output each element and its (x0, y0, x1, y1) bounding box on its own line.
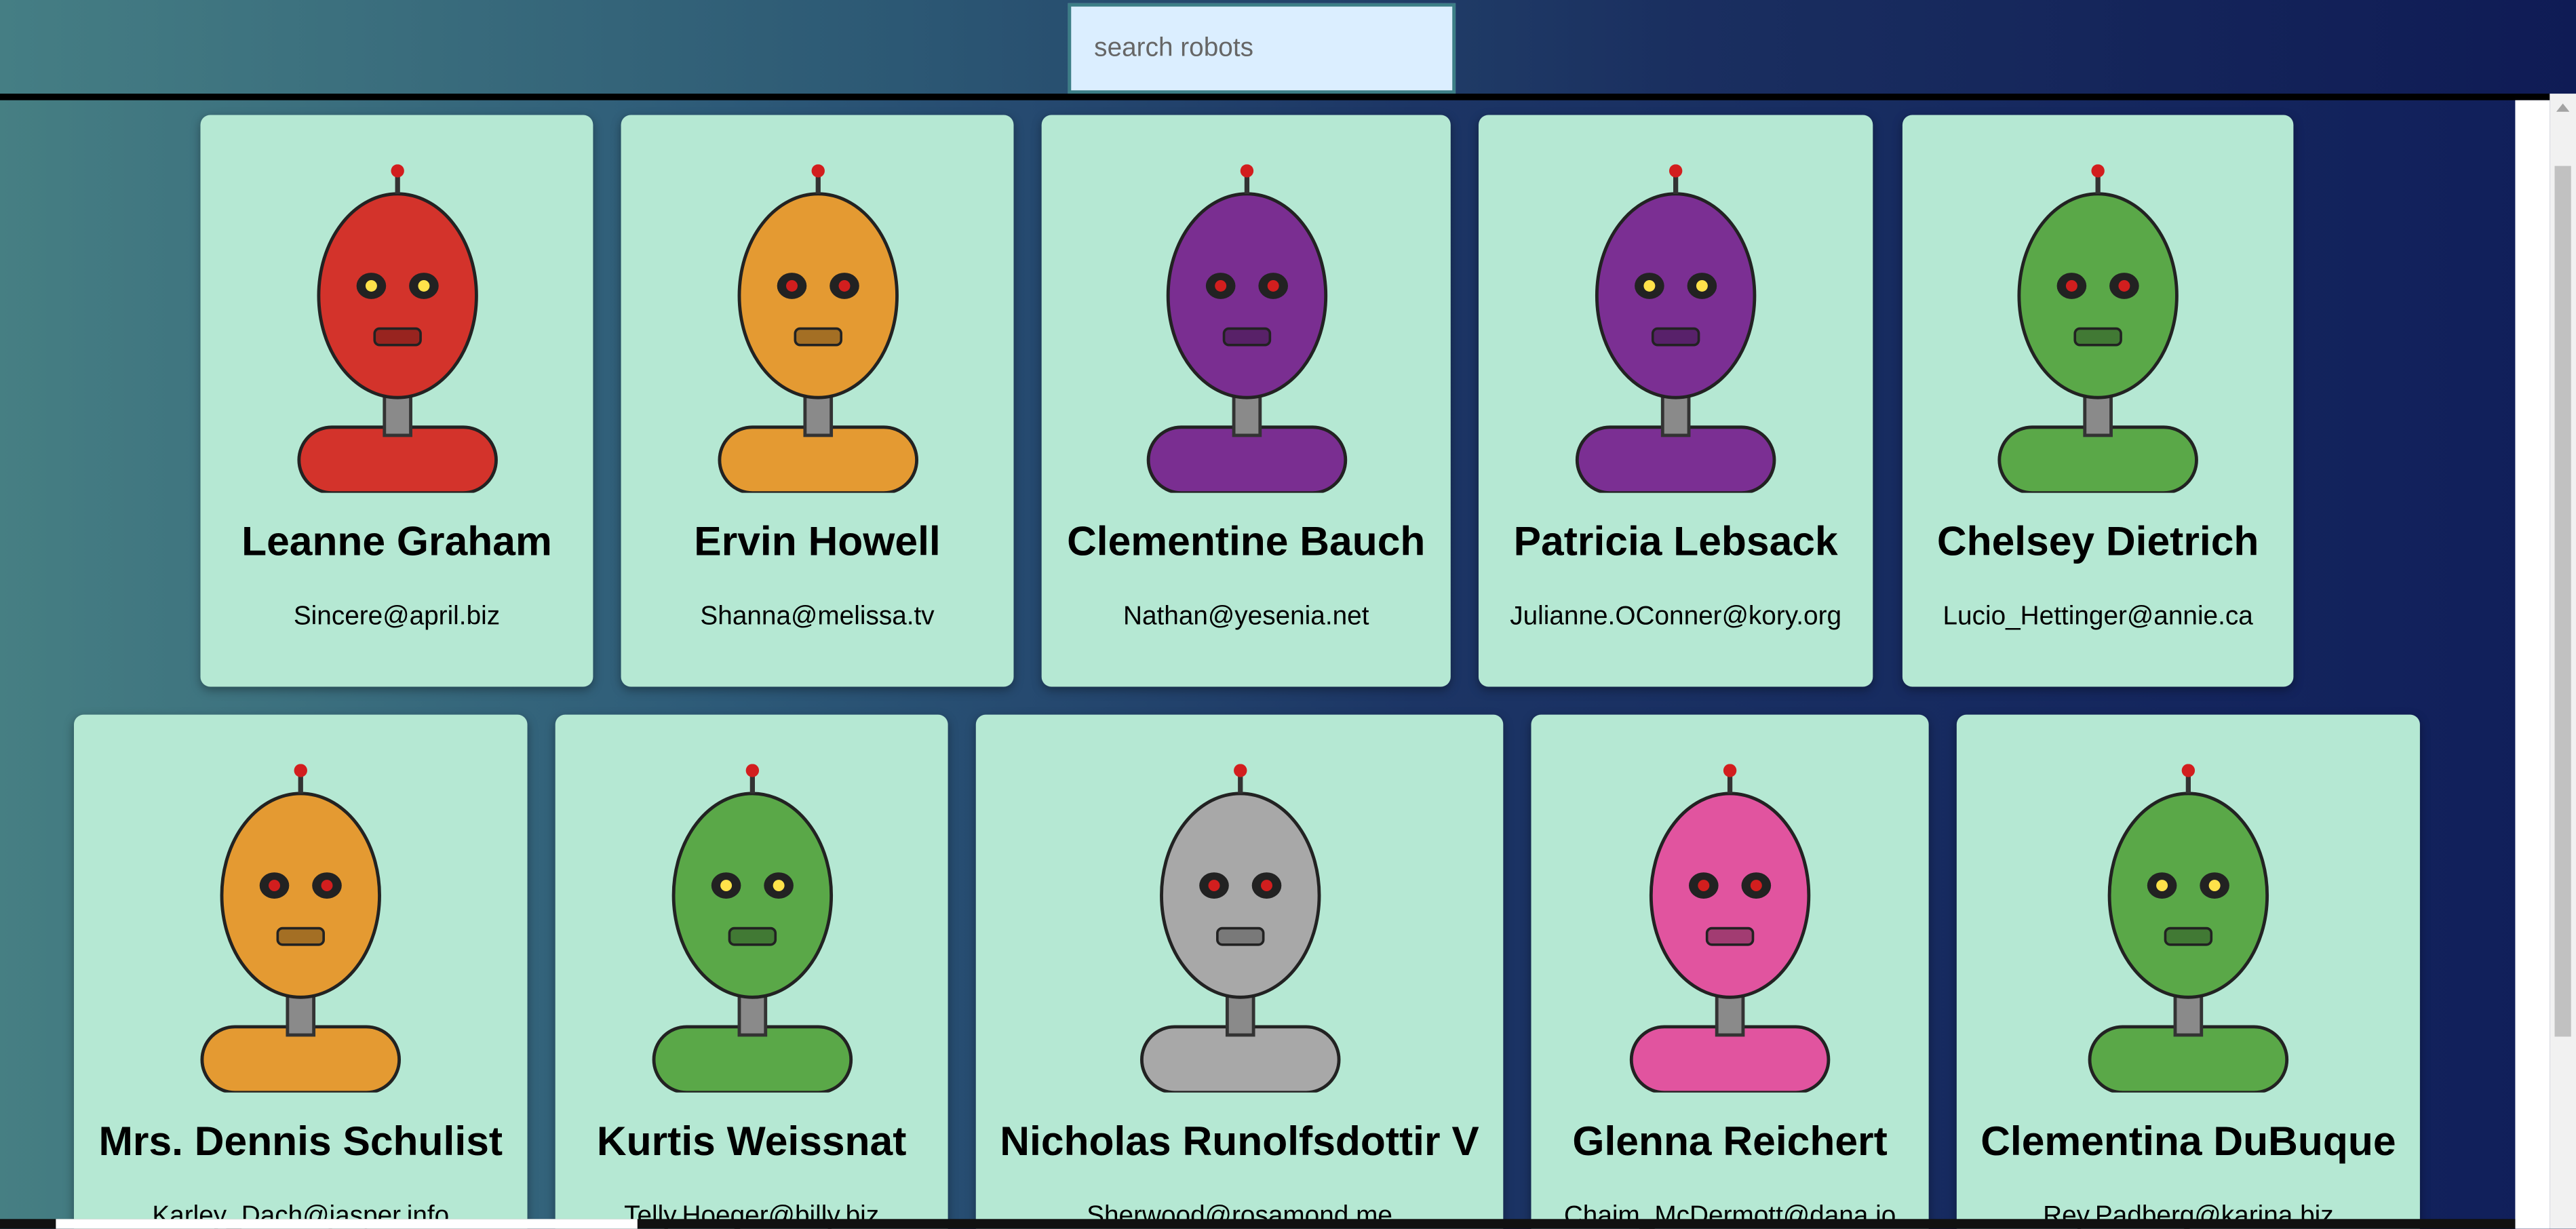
robot-avatar (1075, 764, 1403, 1101)
robot-email: Nathan@yesenia.net (1123, 602, 1369, 631)
robot-name: Kurtis Weissnat (596, 1118, 907, 1165)
robot-name: Chelsey Dietrich (1936, 519, 2259, 566)
robot-avatar (1082, 164, 1410, 501)
vertical-scroll-thumb[interactable] (2554, 165, 2571, 1037)
robot-avatar-icon (1629, 764, 1831, 1095)
robot-avatar (1934, 164, 2262, 501)
robot-card[interactable]: Mrs. Dennis Schulist Karley_Dach@jasper.i… (73, 714, 528, 1229)
robot-avatar (587, 764, 916, 1101)
robot-avatar (653, 164, 981, 501)
robot-avatar-icon (2088, 764, 2289, 1095)
robot-avatar-icon (1139, 764, 1340, 1095)
vertical-scrollbar[interactable] (2550, 94, 2576, 1229)
robot-card[interactable]: Clementina DuBuque Rey.Padberg@karina.biz (1956, 714, 2420, 1229)
robot-avatar-icon (1575, 164, 1776, 495)
header-bar (0, 0, 2576, 94)
robot-card[interactable]: Nicholas Runolfsdottir V Sherwood@rosamon… (975, 714, 1504, 1229)
robot-name: Nicholas Runolfsdottir V (1000, 1118, 1479, 1165)
robot-name: Patricia Lebsack (1513, 519, 1838, 566)
horizontal-scrollbar[interactable] (0, 1219, 2516, 1229)
search-input[interactable] (1068, 3, 1456, 94)
robot-card[interactable]: Glenna Reichert Chaim_McDermott@dana.io (1531, 714, 1929, 1229)
robot-name: Clementine Bauch (1067, 519, 1426, 566)
scroll-gutter (2515, 100, 2550, 1229)
robot-card[interactable]: Clementine Bauch Nathan@yesenia.net (1041, 115, 1451, 687)
robot-avatar-icon (1146, 164, 1346, 495)
robot-email: Lucio_Hettinger@annie.ca (1943, 602, 2253, 631)
horizontal-scroll-thumb[interactable] (56, 1219, 638, 1229)
robot-name: Glenna Reichert (1572, 1118, 1888, 1165)
header-divider (0, 94, 2550, 100)
scroll-up-arrow-icon[interactable] (2556, 103, 2570, 112)
robot-email: Sincere@april.biz (293, 602, 501, 631)
robot-card[interactable]: Patricia Lebsack Julianne.OConner@kory.or… (1478, 115, 1873, 687)
robot-avatar-icon (1997, 164, 2198, 495)
robot-avatar (1565, 764, 1894, 1101)
robot-name: Leanne Graham (241, 519, 552, 566)
robot-avatar (2024, 764, 2352, 1101)
robot-avatar-icon (200, 764, 402, 1095)
robot-avatar (136, 764, 465, 1101)
robofriends-app: Leanne Graham Sincere@april.biz Ervin How… (0, 0, 2576, 1229)
card-list[interactable]: Leanne Graham Sincere@april.biz Ervin How… (0, 100, 2550, 1229)
robot-avatar (233, 164, 561, 501)
robot-avatar (1511, 164, 1839, 501)
robot-name: Mrs. Dennis Schulist (98, 1118, 503, 1165)
robot-card[interactable]: Kurtis Weissnat Telly.Hoeger@billy.biz (555, 714, 948, 1229)
robot-email: Julianne.OConner@kory.org (1510, 602, 1842, 631)
robot-name: Ervin Howell (694, 519, 941, 566)
robot-avatar-icon (717, 164, 918, 495)
robot-card[interactable]: Leanne Graham Sincere@april.biz (200, 115, 593, 687)
robot-card[interactable]: Chelsey Dietrich Lucio_Hettinger@annie.ca (1902, 115, 2294, 687)
robot-avatar-icon (296, 164, 497, 495)
robot-card[interactable]: Ervin Howell Shanna@melissa.tv (621, 115, 1014, 687)
robot-name: Clementina DuBuque (1980, 1118, 2396, 1165)
robot-email: Shanna@melissa.tv (700, 602, 935, 631)
robot-avatar-icon (651, 764, 852, 1095)
